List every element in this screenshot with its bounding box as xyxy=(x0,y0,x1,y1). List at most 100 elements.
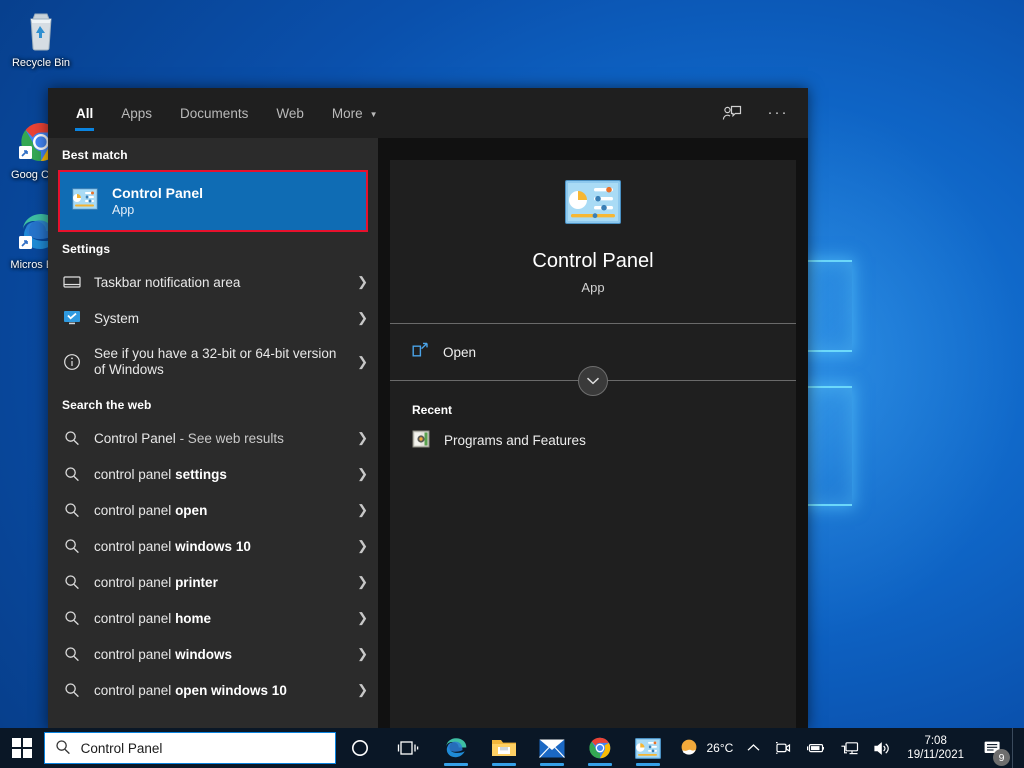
web-result-label: control panel windows 10 xyxy=(94,538,251,554)
search-the-web-heading: Search the web xyxy=(62,398,152,412)
system-tray: 26°C 7:08 19/11/2021 9 xyxy=(672,728,1024,768)
search-icon xyxy=(62,572,82,592)
tab-label: Documents xyxy=(180,105,249,121)
open-external-icon xyxy=(412,342,429,362)
wallpaper-pane-lower xyxy=(806,386,852,506)
settings-item-label: Taskbar notification area xyxy=(94,274,241,290)
search-icon xyxy=(62,464,82,484)
clock[interactable]: 7:08 19/11/2021 xyxy=(899,728,972,768)
notification-count-badge: 9 xyxy=(993,749,1010,766)
network-icon[interactable] xyxy=(833,728,866,768)
best-match-subtitle: App xyxy=(112,203,135,217)
recycle-bin-icon xyxy=(2,6,80,54)
tab-web[interactable]: Web xyxy=(262,88,318,138)
weather-temperature: 26°C xyxy=(706,741,734,755)
search-icon xyxy=(62,500,82,520)
tab-more[interactable]: More ▼ xyxy=(318,88,392,138)
desktop-icon-recycle-bin[interactable]: Recycle Bin xyxy=(2,6,80,70)
web-result-label: control panel windows xyxy=(94,646,233,662)
desktop: Recycle Bin Goog Chron xyxy=(0,0,1024,768)
expand-divider xyxy=(390,365,796,396)
chevron-right-icon: ❯ xyxy=(357,646,368,661)
search-icon xyxy=(62,644,82,664)
tab-apps[interactable]: Apps xyxy=(107,88,166,138)
best-match-control-panel[interactable]: Control Panel App xyxy=(58,170,368,232)
expand-chevron-down-icon[interactable] xyxy=(578,365,608,396)
cortana-icon[interactable] xyxy=(336,728,384,768)
preview-pane: Control Panel App Open Recent Programs a… xyxy=(390,160,796,730)
microsoft-edge-icon[interactable] xyxy=(432,728,480,768)
weather-widget[interactable]: 26°C xyxy=(672,728,740,768)
search-icon xyxy=(62,608,82,628)
web-result-control-panel-windows[interactable]: control panel windows ❯ xyxy=(48,636,378,672)
camera-icon[interactable] xyxy=(767,728,799,768)
chevron-right-icon: ❯ xyxy=(357,538,368,553)
taskbar-icon xyxy=(62,272,82,292)
search-input[interactable]: Control Panel xyxy=(43,732,337,764)
preview-hero: Control Panel App xyxy=(390,160,796,295)
mail-icon[interactable] xyxy=(528,728,576,768)
chevron-down-icon: ▼ xyxy=(369,109,378,119)
feedback-icon[interactable] xyxy=(718,99,746,127)
volume-icon[interactable] xyxy=(866,728,899,768)
web-result-control-panel-settings[interactable]: control panel settings ❯ xyxy=(48,456,378,492)
info-icon xyxy=(62,352,82,372)
search-icon xyxy=(55,739,71,758)
taskbar-apps xyxy=(336,728,672,768)
control-panel-icon xyxy=(72,187,98,215)
web-result-label: control panel open windows 10 xyxy=(94,682,287,698)
more-options-icon[interactable]: ··· xyxy=(764,99,792,127)
file-explorer-icon[interactable] xyxy=(480,728,528,768)
control-panel-icon xyxy=(565,180,621,224)
best-match-title: Control Panel xyxy=(112,185,204,201)
best-match-heading: Best match xyxy=(62,148,128,162)
tab-label: All xyxy=(76,105,94,121)
web-result-control-panel-open-windows-10[interactable]: control panel open windows 10 ❯ xyxy=(48,672,378,708)
tab-label: More xyxy=(331,105,363,121)
tab-label: Apps xyxy=(121,105,153,121)
settings-heading: Settings xyxy=(62,242,111,256)
monitor-icon xyxy=(62,308,82,328)
recent-item-programs-and-features[interactable]: Programs and Features xyxy=(390,423,796,457)
web-result-label: Control Panel - See web results xyxy=(94,430,284,446)
chevron-right-icon: ❯ xyxy=(357,574,368,589)
programs-features-icon xyxy=(412,430,430,451)
settings-item-taskbar-notification-area[interactable]: Taskbar notification area ❯ xyxy=(48,264,378,300)
notifications-button[interactable]: 9 xyxy=(972,728,1012,768)
filter-tabs: All Apps Documents Web More ▼ xyxy=(62,88,392,138)
settings-item-label: System xyxy=(94,310,140,326)
show-desktop-button[interactable] xyxy=(1012,728,1020,768)
results-list: Best match Control Panel App Settings Ta… xyxy=(48,138,378,730)
clock-date: 19/11/2021 xyxy=(907,749,964,761)
web-result-control-panel-printer[interactable]: control panel printer ❯ xyxy=(48,564,378,600)
battery-icon[interactable] xyxy=(799,728,833,768)
tab-documents[interactable]: Documents xyxy=(166,88,262,138)
google-chrome-icon[interactable] xyxy=(576,728,624,768)
chevron-right-icon: ❯ xyxy=(357,610,368,625)
show-hidden-icons-button[interactable] xyxy=(740,728,767,768)
open-label: Open xyxy=(443,344,477,360)
desktop-icon-label-line1: Micros xyxy=(10,259,43,271)
taskbar: Control Panel 26°C 7:08 19/11/2021 9 xyxy=(0,728,1024,768)
web-result-label: control panel open xyxy=(94,502,208,518)
web-result-control-panel-windows-10[interactable]: control panel windows 10 ❯ xyxy=(48,528,378,564)
desktop-icon-label-line1: Goog xyxy=(11,169,38,181)
settings-item-32-or-64-bit[interactable]: See if you have a 32-bit or 64-bit versi… xyxy=(48,336,378,388)
search-icon xyxy=(62,680,82,700)
panel-header-actions: ··· xyxy=(718,99,792,127)
task-view-icon[interactable] xyxy=(384,728,432,768)
wallpaper-pane-upper xyxy=(806,260,852,352)
web-result-control-panel-open[interactable]: control panel open ❯ xyxy=(48,492,378,528)
settings-item-system[interactable]: System ❯ xyxy=(48,300,378,336)
chevron-right-icon: ❯ xyxy=(357,354,368,369)
control-panel-icon[interactable] xyxy=(624,728,672,768)
start-button[interactable] xyxy=(0,728,44,768)
panel-body: Best match Control Panel App Settings Ta… xyxy=(48,138,808,730)
desktop-icon-label: Recycle Bin xyxy=(11,57,71,69)
web-result-control-panel[interactable]: Control Panel - See web results ❯ xyxy=(48,420,378,456)
more-options-glyph: ··· xyxy=(767,104,789,121)
tab-all[interactable]: All xyxy=(62,88,107,138)
web-result-control-panel-home[interactable]: control panel home ❯ xyxy=(48,600,378,636)
settings-item-label: See if you have a 32-bit or 64-bit versi… xyxy=(94,346,337,377)
chevron-right-icon: ❯ xyxy=(357,274,368,289)
